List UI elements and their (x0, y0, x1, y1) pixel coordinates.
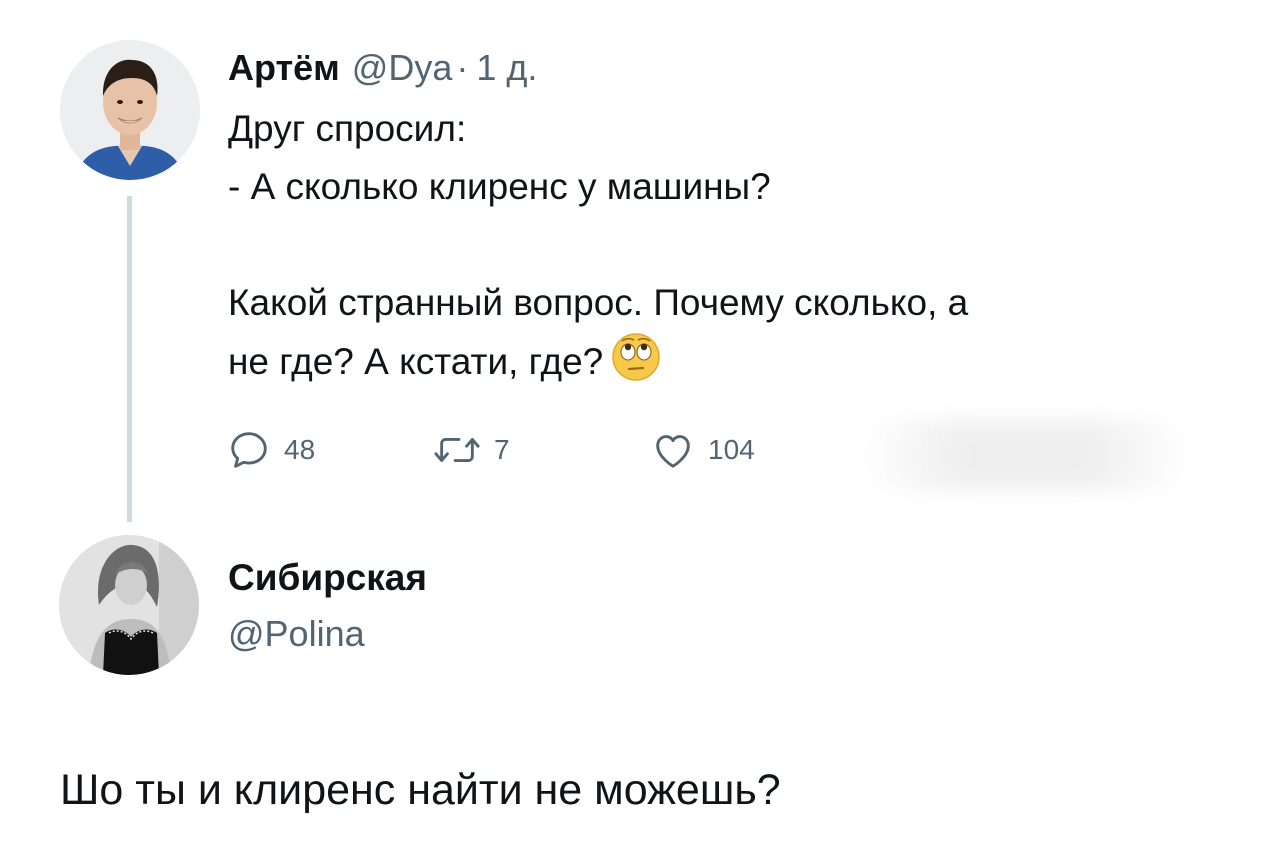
retweet-icon (434, 438, 480, 462)
tweet-text-line-with-emoji: не где? А кстати, где? (228, 332, 1228, 390)
reply-author-handle[interactable]: @Polina (228, 608, 365, 660)
avatar-photo (60, 40, 200, 180)
tweet-text-line: не где? А кстати, где? (228, 341, 604, 382)
retweet-count: 7 (494, 434, 510, 465)
like-button[interactable]: 104 (650, 426, 755, 474)
author-handle[interactable]: @Dya (352, 40, 453, 96)
reply-count: 48 (284, 434, 316, 465)
thread-connector-line (127, 196, 132, 522)
tweet-text: Друг спросил: - А сколько клиренс у маши… (228, 100, 1228, 390)
avatar[interactable] (60, 40, 200, 180)
avatar[interactable] (59, 535, 199, 675)
blurred-region (860, 420, 1190, 490)
tweet-timestamp[interactable]: 1 д. (476, 40, 537, 96)
heart-icon (656, 435, 690, 468)
reply-icon (231, 432, 267, 468)
tweet-text-line: Друг спросил: (228, 108, 467, 149)
tweet-text-line: Какой странный вопрос. Почему сколько, а (228, 282, 969, 323)
header-separator: · (456, 47, 469, 88)
author-display-name[interactable]: Артём (228, 40, 340, 96)
like-count: 104 (708, 434, 755, 465)
avatar-photo (59, 535, 199, 675)
reply-author-display-name[interactable]: Сибирская (228, 552, 427, 604)
retweet-button[interactable]: 7 (432, 426, 510, 474)
tweet-header: Артём @Dya · 1 д. (228, 40, 537, 96)
reply-button[interactable]: 48 (226, 426, 315, 474)
reply-text: Шо ты и клиренс найти не можешь? (60, 766, 781, 814)
face-with-rolling-eyes-icon (612, 333, 661, 381)
tweet-text-line: - А сколько клиренс у машины? (228, 166, 771, 207)
